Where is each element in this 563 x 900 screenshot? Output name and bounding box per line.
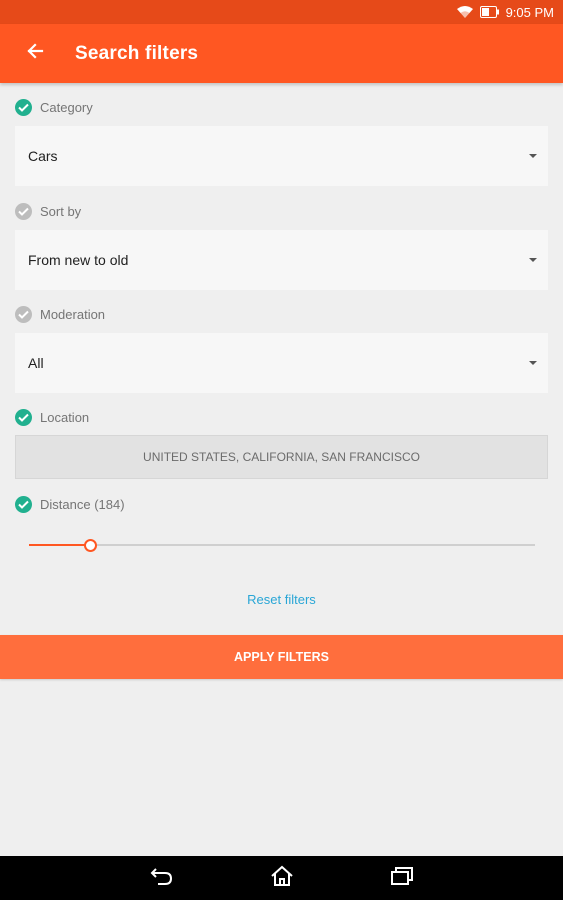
slider-track	[29, 544, 535, 546]
sort-by-value: From new to old	[28, 252, 129, 268]
arrow-left-icon	[26, 42, 44, 65]
moderation-select[interactable]: All	[15, 333, 548, 393]
location-value: UNITED STATES, CALIFORNIA, SAN FRANCISCO	[143, 450, 420, 464]
dropdown-arrow-icon	[529, 154, 537, 158]
sort-by-label: Sort by	[40, 203, 82, 219]
reset-filters-link[interactable]: Reset filters	[0, 592, 563, 607]
sort-by-select[interactable]: From new to old	[15, 230, 548, 290]
apply-filters-button[interactable]: APPLY FILTERS	[0, 635, 563, 679]
distance-label-row: Distance (184)	[15, 494, 125, 514]
check-circle-icon	[15, 202, 32, 220]
dropdown-arrow-icon	[529, 258, 537, 262]
slider-fill	[29, 544, 90, 546]
back-nav-icon	[150, 866, 174, 891]
category-select[interactable]: Cars	[15, 126, 548, 186]
location-button[interactable]: UNITED STATES, CALIFORNIA, SAN FRANCISCO	[15, 435, 548, 479]
status-bar: 9:05 PM	[0, 0, 563, 24]
check-circle-icon	[15, 98, 32, 116]
recent-apps-icon	[390, 866, 414, 891]
page-title: Search filters	[75, 42, 199, 64]
location-label: Location	[40, 409, 90, 425]
sort-by-label-row: Sort by	[15, 201, 81, 221]
distance-slider[interactable]	[29, 536, 535, 556]
moderation-label-row: Moderation	[15, 304, 105, 324]
battery-icon	[479, 6, 500, 18]
home-nav-button[interactable]	[222, 856, 342, 900]
check-circle-icon	[15, 305, 32, 323]
status-time: 9:05 PM	[505, 4, 554, 20]
moderation-label: Moderation	[40, 306, 106, 322]
back-nav-button[interactable]	[102, 856, 222, 900]
app-bar: Search filters	[0, 24, 563, 83]
recent-apps-nav-button[interactable]	[342, 856, 462, 900]
category-label-row: Category	[15, 97, 93, 117]
back-button[interactable]	[0, 24, 70, 83]
category-value: Cars	[28, 148, 58, 164]
distance-label: Distance (184)	[40, 496, 125, 512]
dropdown-arrow-icon	[529, 361, 537, 365]
moderation-value: All	[28, 355, 44, 371]
location-label-row: Location	[15, 407, 89, 427]
home-icon	[270, 865, 294, 892]
navigation-bar	[0, 856, 563, 900]
wifi-icon	[456, 5, 474, 19]
check-circle-icon	[15, 495, 32, 513]
category-label: Category	[40, 99, 93, 115]
slider-thumb[interactable]	[84, 539, 97, 552]
check-circle-icon	[15, 408, 32, 426]
